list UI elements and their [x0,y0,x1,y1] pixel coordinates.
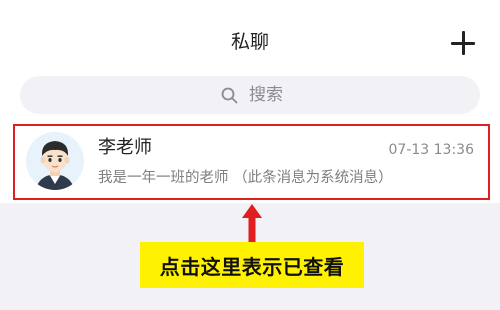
chat-time: 07-13 13:36 [388,142,474,158]
search-placeholder: 搜索 [249,85,283,105]
annotation-callout: 点击这里表示已查看 [140,242,364,288]
page-title: 私聊 [230,31,269,53]
search-input[interactable]: 搜索 [20,76,480,114]
boy-avatar-icon [26,132,84,190]
plus-icon[interactable] [451,31,475,55]
chat-preview: 我是一年一班的老师 （此条消息为系统消息） [98,170,393,186]
chat-name: 李老师 [98,137,152,158]
chat-item-li-laoshi[interactable]: 李老师 07-13 13:36 我是一年一班的老师 （此条消息为系统消息） [13,124,490,200]
search-area: 搜索 [0,68,500,124]
avatar [26,132,84,190]
arrow-up-icon [242,204,262,242]
top-bar: 私聊 [0,0,500,68]
search-icon [221,87,238,104]
chat-list: 李老师 07-13 13:36 我是一年一班的老师 （此条消息为系统消息） [0,124,500,203]
